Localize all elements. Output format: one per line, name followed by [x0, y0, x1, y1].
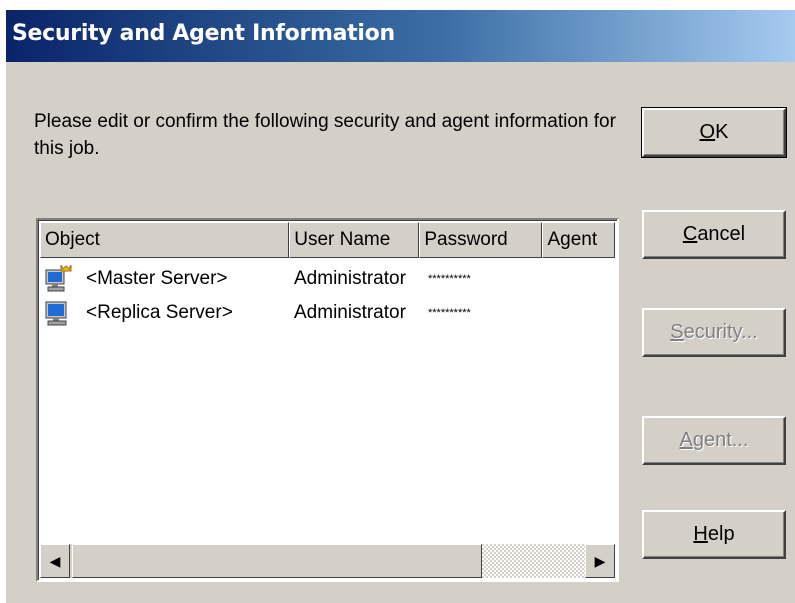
security-agent-dialog: Security and Agent Information Please ed…	[4, 10, 795, 603]
title-bar[interactable]: Security and Agent Information	[6, 10, 795, 62]
ok-label: K	[715, 121, 729, 143]
ok-button[interactable]: OK	[641, 107, 787, 158]
cancel-label: ancel	[697, 223, 746, 245]
master-server-icon	[45, 264, 72, 292]
scroll-left-arrow-icon[interactable]: ◀	[40, 544, 70, 578]
password-cell: **********	[428, 273, 471, 285]
list-row-replica-server[interactable]: <Replica Server> Administrator *********…	[40, 296, 615, 330]
scrollbar-track[interactable]	[482, 544, 585, 578]
list-rows: <Master Server> Administrator **********…	[40, 262, 615, 330]
column-header-object[interactable]: Object	[40, 222, 290, 258]
help-button[interactable]: Help	[642, 510, 786, 559]
user-name-cell: Administrator	[294, 302, 406, 323]
replica-server-icon	[45, 301, 67, 326]
help-label: elp	[707, 523, 735, 545]
agent-label: gent...	[692, 429, 749, 451]
list-row-master-server[interactable]: <Master Server> Administrator **********	[40, 262, 615, 296]
scroll-right-arrow-icon[interactable]: ▶	[585, 544, 615, 578]
cancel-button[interactable]: Cancel	[642, 210, 786, 259]
column-header-agent[interactable]: Agent	[542, 222, 615, 258]
object-cell: <Master Server>	[40, 264, 290, 294]
agent-mnemonic: A	[679, 429, 693, 451]
security-label: ecurity...	[683, 321, 758, 343]
object-name: <Master Server>	[86, 268, 228, 289]
security-mnemonic: S	[670, 321, 684, 343]
column-header-password[interactable]: Password	[419, 222, 543, 258]
password-cell: **********	[428, 307, 471, 319]
object-cell: <Replica Server>	[40, 298, 290, 328]
scrollbar-thumb[interactable]	[72, 544, 482, 578]
agent-button[interactable]: Agent...	[642, 416, 786, 465]
ok-mnemonic: O	[699, 121, 716, 143]
horizontal-scrollbar[interactable]: ◀ ▶	[40, 544, 615, 578]
cancel-mnemonic: C	[682, 223, 698, 245]
instruction-text: Please edit or confirm the following sec…	[34, 111, 616, 159]
user-name-cell: Administrator	[294, 268, 406, 289]
column-header-user-name[interactable]: User Name	[289, 222, 420, 258]
list-header: Object User Name Password Agent	[40, 222, 615, 258]
object-list[interactable]: Object User Name Password Agent <Master …	[36, 218, 619, 582]
dialog-title: Security and Agent Information	[12, 21, 395, 46]
object-name: <Replica Server>	[86, 302, 233, 323]
help-mnemonic: H	[693, 523, 708, 545]
security-button[interactable]: Security...	[642, 308, 786, 357]
